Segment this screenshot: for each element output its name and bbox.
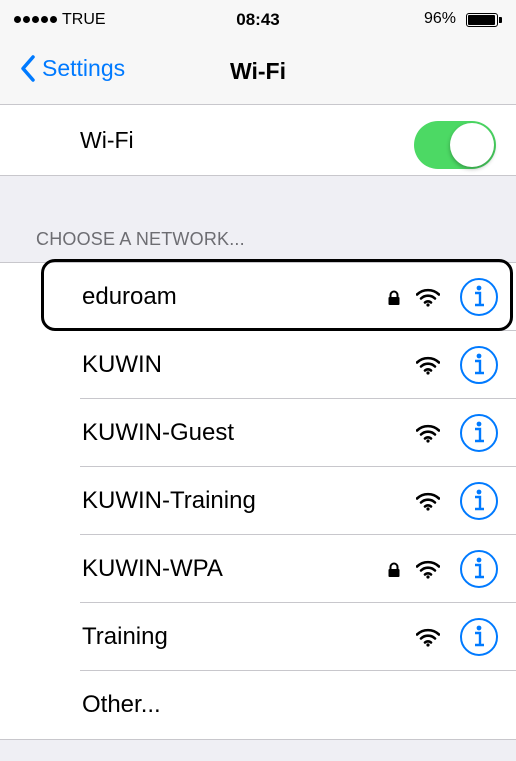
network-row[interactable]: eduroam — [0, 263, 516, 331]
wifi-signal-icon — [415, 287, 441, 312]
wifi-signal-icon — [415, 355, 441, 380]
page-title: Wi-Fi — [230, 58, 286, 84]
lock-icon — [386, 290, 402, 306]
other-network-label: Other... — [82, 691, 161, 718]
battery-percent: 96% — [423, 10, 456, 27]
wifi-toggle-cell: Wi-Fi — [0, 105, 516, 176]
network-row[interactable]: KUWIN-Training — [0, 467, 516, 535]
network-name: Training — [82, 623, 168, 650]
info-icon[interactable] — [458, 616, 500, 663]
network-row[interactable]: Training — [0, 603, 516, 671]
wifi-signal-icon — [415, 627, 441, 652]
wifi-toggle-switch[interactable] — [414, 121, 496, 169]
wifi-signal-icon — [415, 491, 441, 516]
network-name: eduroam — [82, 283, 177, 310]
lock-icon — [386, 562, 402, 578]
network-name: KUWIN-Guest — [82, 419, 235, 446]
info-icon[interactable] — [458, 276, 500, 323]
info-icon[interactable] — [458, 480, 500, 527]
battery-icon — [466, 13, 498, 27]
wifi-toggle-label: Wi-Fi — [80, 127, 134, 153]
network-name: KUWIN-Training — [82, 487, 256, 514]
network-name: KUWIN-WPA — [82, 555, 223, 582]
info-icon[interactable] — [458, 548, 500, 595]
navigation-bar: Settings Wi-Fi — [0, 40, 516, 105]
status-bar: TRUE 08:43 96% — [0, 0, 516, 40]
section-header: CHOOSE A NETWORK... — [36, 229, 245, 249]
other-network-row[interactable]: Other... — [0, 671, 516, 739]
toggle-knob — [450, 123, 494, 167]
info-icon[interactable] — [458, 412, 500, 459]
network-row[interactable]: KUWIN-Guest — [0, 399, 516, 467]
network-row[interactable]: KUWIN — [0, 331, 516, 399]
wifi-signal-icon — [415, 559, 441, 584]
network-list: eduroam KUWIN KUWIN-Guest KUWIN-Training KUW… — [0, 262, 516, 740]
network-row[interactable]: KUWIN-WPA — [0, 535, 516, 603]
network-name: KUWIN — [82, 351, 162, 378]
info-icon[interactable] — [458, 344, 500, 391]
wifi-signal-icon — [415, 423, 441, 448]
